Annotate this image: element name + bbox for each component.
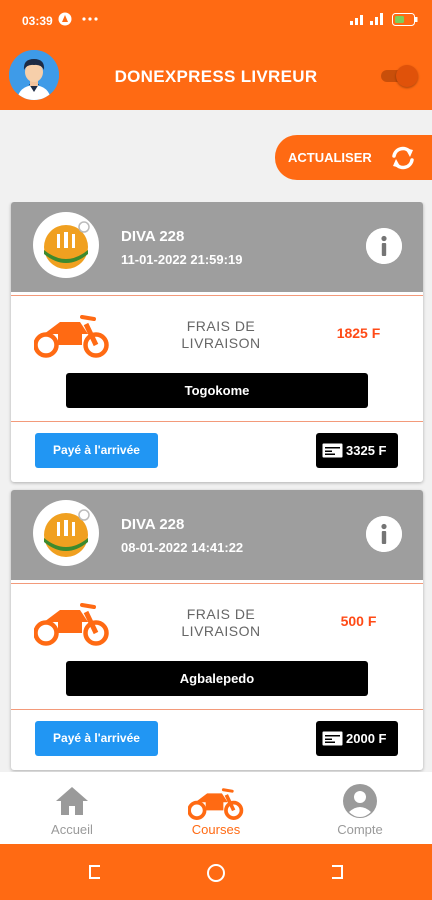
nav-item-compte[interactable]: Compte	[288, 772, 432, 844]
app-bar: DONEXPRESS LIVREUR	[0, 40, 432, 110]
cash-icon	[322, 443, 343, 458]
delivery-fee-amount: 1825 F	[336, 325, 381, 341]
cash-icon	[322, 731, 343, 746]
info-icon	[366, 228, 402, 264]
order-card-header: DIVA 228 11-01-2022 21:59:19	[11, 202, 423, 292]
order-total: 2000 F	[316, 721, 398, 756]
back-icon[interactable]	[326, 863, 346, 881]
restaurant-logo-icon	[44, 221, 90, 269]
orders-list[interactable]: DIVA 228 11-01-2022 21:59:19 FRAIS DE LI…	[0, 202, 432, 772]
refresh-icon	[392, 146, 414, 170]
recent-apps-icon[interactable]	[86, 863, 106, 881]
info-icon	[366, 516, 402, 552]
destination-label: Agbalepedo	[66, 661, 368, 696]
nav-item-courses[interactable]: Courses	[144, 772, 288, 844]
destination-label: Togokome	[66, 373, 368, 408]
nav-label-compte: Compte	[337, 822, 383, 837]
delivery-fee-amount: 500 F	[340, 613, 377, 629]
nav-label-courses: Courses	[191, 822, 241, 837]
payment-method-button[interactable]: Payé à l'arrivée	[35, 721, 158, 756]
delivery-fee-label: FRAIS DE LIVRAISON	[181, 606, 261, 639]
order-total-amount: 2000 F	[346, 731, 387, 746]
home-icon	[56, 787, 88, 815]
nav-item-accueil[interactable]: Accueil	[0, 772, 144, 844]
status-time: 03:39	[22, 14, 53, 28]
nav-label-accueil: Accueil	[51, 822, 93, 837]
home-circle-icon[interactable]	[206, 863, 226, 883]
system-nav-bar	[0, 844, 432, 900]
motorbike-icon	[188, 788, 244, 820]
refresh-button[interactable]: ACTUALISER	[275, 135, 432, 180]
order-card-header: DIVA 228 08-01-2022 14:41:22	[11, 490, 423, 580]
account-icon	[343, 784, 377, 818]
payment-method-button[interactable]: Payé à l'arrivée	[35, 433, 158, 468]
availability-toggle[interactable]	[375, 65, 421, 87]
divider	[11, 709, 423, 710]
divider	[11, 295, 423, 296]
restaurant-name: DIVA 228	[121, 228, 185, 245]
restaurant-logo	[33, 500, 99, 566]
delivery-fee-label: FRAIS DE LIVRAISON	[181, 318, 261, 351]
divider	[11, 583, 423, 584]
info-button[interactable]	[366, 228, 402, 264]
status-bar: 03:39	[0, 0, 432, 40]
order-datetime: 08-01-2022 14:41:22	[121, 540, 244, 555]
bottom-nav: Accueil Courses Compte	[0, 772, 432, 844]
order-card[interactable]: DIVA 228 11-01-2022 21:59:19 FRAIS DE LI…	[11, 202, 423, 482]
divider	[11, 421, 423, 422]
restaurant-logo	[33, 212, 99, 278]
motorbike-icon	[34, 603, 109, 646]
battery-icon	[392, 13, 418, 26]
restaurant-logo-icon	[44, 509, 90, 557]
refresh-label: ACTUALISER	[288, 150, 372, 165]
app-title: DONEXPRESS LIVREUR	[114, 67, 318, 86]
info-button[interactable]	[366, 516, 402, 552]
order-total-amount: 3325 F	[346, 443, 387, 458]
restaurant-name: DIVA 228	[121, 516, 185, 533]
order-datetime: 11-01-2022 21:59:19	[121, 252, 243, 267]
order-card[interactable]: DIVA 228 08-01-2022 14:41:22 FRAIS DE LI…	[11, 490, 423, 770]
order-total: 3325 F	[316, 433, 398, 468]
alert-icon	[58, 12, 72, 26]
motorbike-icon	[34, 315, 109, 358]
signal-icon	[350, 13, 383, 25]
more-icon	[82, 17, 98, 21]
toggle-knob	[396, 65, 418, 87]
